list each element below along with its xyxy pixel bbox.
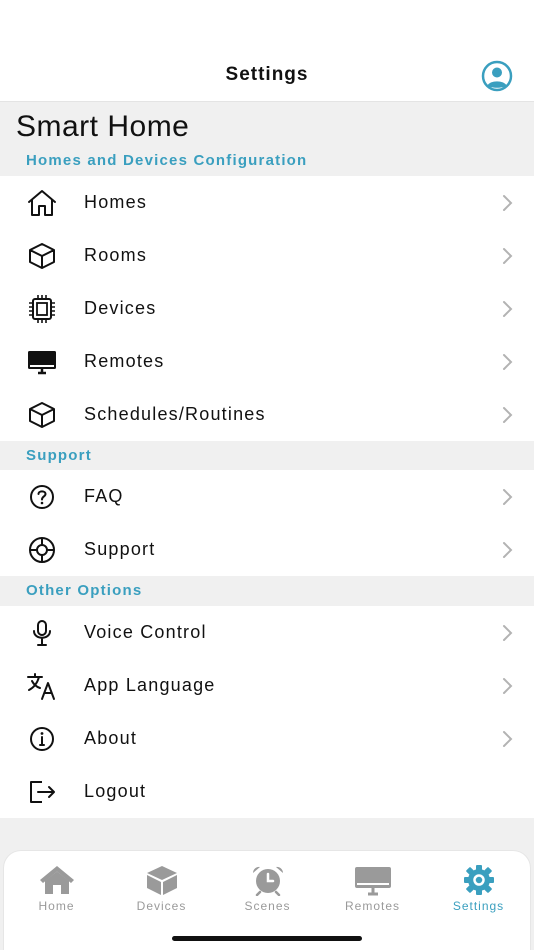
- menu-item-label: Schedules/Routines: [84, 404, 266, 424]
- section-header-other: Other Options: [26, 582, 143, 599]
- chip-icon: [26, 294, 58, 324]
- chevron-right-icon: [498, 352, 516, 372]
- tab-label: Remotes: [344, 899, 401, 913]
- chevron-right-icon: [498, 487, 516, 507]
- menu-item-app-language[interactable]: App Language: [0, 659, 534, 712]
- tab-label: Settings: [452, 899, 505, 913]
- chevron-right-icon: [498, 246, 516, 266]
- menu-item-remotes[interactable]: Remotes: [0, 335, 534, 388]
- microphone-icon: [26, 618, 58, 648]
- menu-item-label: FAQ: [84, 486, 124, 506]
- chevron-right-icon: [498, 193, 516, 213]
- info-circle-icon: [26, 724, 58, 754]
- menu-item-label: About: [84, 728, 138, 748]
- tab-remotes[interactable]: Remotes: [320, 863, 425, 915]
- menu-item-label: Rooms: [84, 245, 148, 265]
- menu-item-logout[interactable]: Logout: [0, 765, 534, 818]
- chevron-right-icon: [498, 729, 516, 749]
- alarm-clock-icon: [215, 863, 320, 897]
- menu-item-about[interactable]: About: [0, 712, 534, 765]
- other-group: Voice Control App Language About Logout: [0, 606, 534, 818]
- app-heading: Smart Home: [16, 110, 190, 143]
- lifebuoy-icon: [26, 535, 58, 565]
- menu-item-faq[interactable]: FAQ: [0, 470, 534, 523]
- menu-item-homes[interactable]: Homes: [0, 176, 534, 229]
- tab-home[interactable]: Home: [4, 863, 109, 915]
- menu-item-devices[interactable]: Devices: [0, 282, 534, 335]
- chevron-right-icon: [498, 405, 516, 425]
- config-group: Homes Rooms Devices Remotes Schedules/Ro…: [0, 176, 534, 441]
- gear-icon: [426, 863, 531, 897]
- menu-item-label: Devices: [84, 298, 157, 318]
- menu-item-label: App Language: [84, 675, 216, 695]
- profile-button[interactable]: [480, 60, 514, 92]
- support-group: FAQ Support: [0, 470, 534, 576]
- section-header-support: Support: [26, 447, 92, 464]
- home-indicator: [172, 936, 362, 941]
- monitor-icon: [320, 863, 425, 897]
- logout-icon: [26, 777, 58, 807]
- menu-item-support[interactable]: Support: [0, 523, 534, 576]
- page-title: Settings: [225, 64, 309, 85]
- menu-item-rooms[interactable]: Rooms: [0, 229, 534, 282]
- user-circle-icon: [481, 60, 513, 92]
- chevron-right-icon: [498, 540, 516, 560]
- tab-scenes[interactable]: Scenes: [215, 863, 320, 915]
- cube-icon: [109, 863, 214, 897]
- cube-icon: [26, 241, 58, 271]
- menu-item-label: Remotes: [84, 351, 165, 371]
- menu-item-label: Homes: [84, 192, 148, 212]
- menu-item-label: Support: [84, 539, 156, 559]
- menu-item-voice-control[interactable]: Voice Control: [0, 606, 534, 659]
- tab-label: Home: [38, 899, 75, 913]
- house-icon: [26, 188, 58, 218]
- chevron-right-icon: [498, 299, 516, 319]
- menu-item-schedules[interactable]: Schedules/Routines: [0, 388, 534, 441]
- question-circle-icon: [26, 482, 58, 512]
- section-header-config: Homes and Devices Configuration: [26, 152, 308, 169]
- top-bar: Settings: [0, 0, 534, 102]
- tab-label: Scenes: [244, 899, 291, 913]
- bottom-tab-bar: Home Devices Scenes Remotes Settings: [3, 850, 531, 950]
- cube-icon: [26, 400, 58, 430]
- monitor-icon: [26, 347, 58, 377]
- house-icon: [4, 863, 109, 897]
- menu-item-label: Logout: [84, 781, 147, 801]
- chevron-right-icon: [498, 676, 516, 696]
- chevron-right-icon: [498, 623, 516, 643]
- tab-settings[interactable]: Settings: [426, 863, 531, 915]
- tab-devices[interactable]: Devices: [109, 863, 214, 915]
- tab-label: Devices: [136, 899, 187, 913]
- menu-item-label: Voice Control: [84, 622, 207, 642]
- translate-icon: [26, 671, 58, 701]
